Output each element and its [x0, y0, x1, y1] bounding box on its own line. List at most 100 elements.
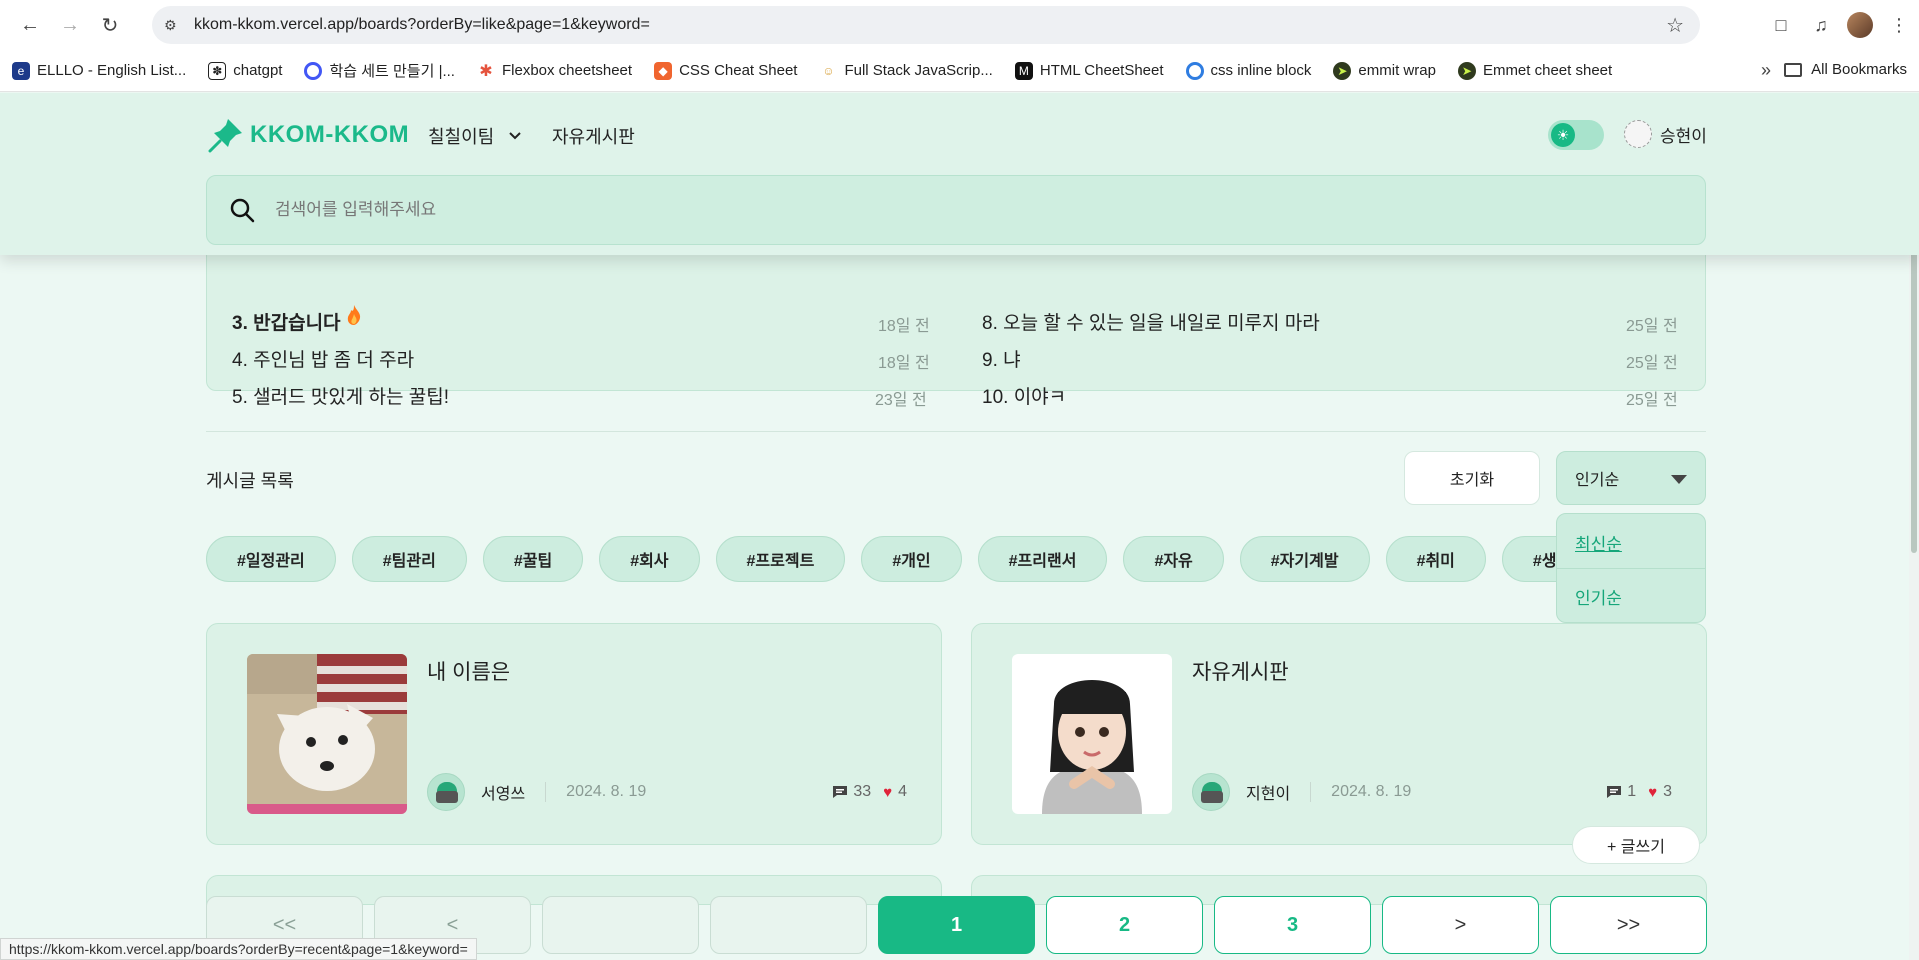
bookmark-label: Emmet cheet sheet — [1482, 62, 1613, 79]
bookmark-favicon — [1185, 61, 1204, 80]
reset-button[interactable]: 초기화 — [1404, 451, 1540, 505]
popular-post-title[interactable]: 10. 이야ㅋ — [982, 382, 1066, 409]
search-input[interactable] — [275, 200, 1575, 220]
pin-logo-icon — [208, 119, 242, 153]
post-title[interactable]: 자유게시판 — [1192, 656, 1289, 686]
page-placeholder — [710, 896, 867, 954]
sort-dropdown[interactable]: 인기순 — [1556, 451, 1706, 505]
tag-chip[interactable]: #회사 — [599, 536, 700, 582]
all-bookmarks-button[interactable]: All Bookmarks — [1784, 61, 1907, 78]
bookmark-favicon: ✱ — [476, 61, 495, 80]
popular-post-title[interactable]: 8. 오늘 할 수 있는 일을 내일로 미루지 마라 — [982, 308, 1320, 335]
bookmark-item[interactable]: css inline block — [1185, 61, 1312, 80]
comment-count: 33 — [853, 783, 872, 800]
next-page-button[interactable]: > — [1382, 896, 1539, 954]
post-date: 2024. 8. 19 — [566, 783, 647, 800]
extensions-icon[interactable]: □ — [1761, 15, 1801, 36]
menu-divider — [1557, 568, 1705, 569]
popular-post-title[interactable]: 5. 샐러드 맛있게 하는 꿀팁! — [232, 382, 449, 409]
tag-chip[interactable]: #자유 — [1123, 536, 1224, 582]
sort-option-popular[interactable]: 인기순 — [1575, 584, 1622, 609]
tag-chip[interactable]: #꿀팁 — [482, 536, 584, 582]
tag-filter-list: #일정관리 #팀관리 #꿀팁 #회사 #프로젝트 #개인 #프리랜서 #자유 #… — [206, 536, 1556, 584]
bookmark-label: css inline block — [1210, 62, 1312, 79]
more-bookmarks-icon[interactable]: » — [1761, 60, 1771, 81]
fire-icon — [347, 305, 361, 325]
bookmark-item[interactable]: ➤ emmit wrap — [1333, 61, 1436, 80]
post-card[interactable]: 내 이름은 서영쓰 2024. 8. 19 33 ♥ 4 — [206, 623, 942, 845]
meta-divider — [1310, 782, 1312, 802]
page-button[interactable]: 3 — [1214, 896, 1371, 954]
team-selector[interactable]: 칠칠이팀 — [428, 123, 522, 149]
forward-icon[interactable]: → — [52, 7, 88, 43]
tag-chip[interactable]: #취미 — [1385, 536, 1486, 582]
bookmark-item[interactable]: ◆ CSS Cheat Sheet — [654, 61, 798, 80]
bookmark-item[interactable]: e ELLLO - English List... — [12, 61, 187, 80]
post-date: 2024. 8. 19 — [1331, 783, 1412, 800]
search-bar[interactable] — [206, 175, 1706, 245]
popular-post-title[interactable]: 9. 냐 — [982, 345, 1021, 372]
page-button-current[interactable]: 1 — [878, 896, 1035, 954]
profile-avatar[interactable] — [1847, 12, 1873, 38]
popular-post-time: 25일 전 — [1626, 355, 1678, 372]
bookmark-star-icon[interactable]: ☆ — [1666, 13, 1684, 38]
site-info-icon[interactable]: ⚙ — [164, 17, 194, 34]
tag-chip[interactable]: #생산성 — [1501, 536, 1556, 582]
tag-chip[interactable]: #개인 — [861, 536, 962, 582]
bookmark-label: ELLLO - English List... — [37, 62, 187, 79]
post-meta: 서영쓰 2024. 8. 19 33 ♥ 4 — [427, 772, 907, 812]
heart-icon: ♥ — [883, 783, 893, 801]
bookmark-item[interactable]: ☺ Full Stack JavaScrip... — [819, 61, 993, 80]
bookmarks-bar: e ELLLO - English List... ✽ chatgpt 학습 세트 … — [0, 50, 1919, 92]
bookmark-item[interactable]: M HTML CheetSheet — [1014, 61, 1164, 80]
nav-free-board[interactable]: 자유게시판 — [552, 123, 635, 149]
tag-chip[interactable]: #프로젝트 — [715, 536, 846, 582]
post-card[interactable]: 자유게시판 지현이 2024. 8. 19 1 ♥ 3 — [971, 623, 1707, 845]
write-post-button[interactable]: + 글쓰기 — [1572, 826, 1700, 864]
tag-chip[interactable]: #자기계발 — [1239, 536, 1370, 582]
tag-chip[interactable]: #프리랜서 — [977, 536, 1108, 582]
popular-post-title[interactable]: 3. 반갑습니다 — [232, 308, 341, 335]
bookmark-item[interactable]: 학습 세트 만들기 |... — [304, 60, 455, 81]
page-button[interactable]: 2 — [1046, 896, 1203, 954]
post-title[interactable]: 내 이름은 — [427, 656, 510, 686]
bookmark-favicon: ✽ — [208, 61, 227, 80]
reload-icon[interactable]: ↻ — [92, 7, 128, 43]
sort-menu: 최신순 인기순 — [1556, 513, 1706, 623]
bookmark-item[interactable]: ✱ Flexbox cheetsheet — [476, 61, 632, 80]
media-control-icon[interactable]: ♫ — [1801, 15, 1841, 36]
tag-chip[interactable]: #팀관리 — [351, 536, 467, 582]
bookmark-favicon: e — [12, 61, 30, 80]
address-bar[interactable]: ⚙ kkom-kkom.vercel.app/boards?orderBy=li… — [152, 6, 1700, 44]
menu-icon[interactable]: ⋮ — [1879, 15, 1919, 36]
popular-post-title[interactable]: 4. 주인님 밥 좀 더 주라 — [232, 345, 414, 372]
bookmark-item[interactable]: ✽ chatgpt — [208, 61, 282, 80]
bookmark-label: CSS Cheat Sheet — [679, 62, 798, 79]
bookmark-item[interactable]: ➤ Emmet cheet sheet — [1457, 61, 1613, 80]
meta-divider — [545, 782, 547, 802]
popular-post-time: 18일 전 — [878, 355, 930, 372]
popular-post-item[interactable]: 3. 반갑습니다 — [232, 305, 361, 335]
popular-post-item[interactable]: 10. 이야ㅋ — [982, 381, 1066, 409]
user-menu[interactable]: 승현이 — [1624, 120, 1707, 148]
sort-option-recent[interactable]: 최신순 — [1575, 530, 1622, 555]
heart-icon: ♥ — [1648, 783, 1658, 801]
popular-post-time: 23일 전 — [875, 392, 927, 409]
site-header: KKOM-KKOM 칠칠이팀 자유게시판 ☀ 승현이 — [0, 93, 1919, 255]
scrollbar-thumb[interactable] — [1911, 203, 1917, 553]
author-avatar — [427, 773, 465, 811]
bookmark-favicon: ➤ — [1333, 61, 1352, 80]
tag-chip[interactable]: #일정관리 — [206, 536, 336, 582]
sun-icon: ☀ — [1551, 123, 1575, 147]
popular-post-item[interactable]: 4. 주인님 밥 좀 더 주라 — [232, 344, 414, 372]
theme-toggle[interactable]: ☀ — [1548, 120, 1604, 150]
popular-post-item[interactable]: 9. 냐 — [982, 344, 1021, 372]
last-page-button[interactable]: >> — [1550, 896, 1707, 954]
popular-post-item[interactable]: 8. 오늘 할 수 있는 일을 내일로 미루지 마라 — [982, 307, 1320, 335]
url-text[interactable]: kkom-kkom.vercel.app/boards?orderBy=like… — [194, 16, 650, 34]
bookmark-label: Full Stack JavaScrip... — [844, 62, 993, 79]
popular-post-item[interactable]: 5. 샐러드 맛있게 하는 꿀팁! — [232, 381, 449, 409]
site-logo[interactable]: KKOM-KKOM — [208, 117, 409, 153]
back-icon[interactable]: ← — [12, 7, 48, 43]
post-list-title: 게시글 목록 — [206, 471, 294, 491]
